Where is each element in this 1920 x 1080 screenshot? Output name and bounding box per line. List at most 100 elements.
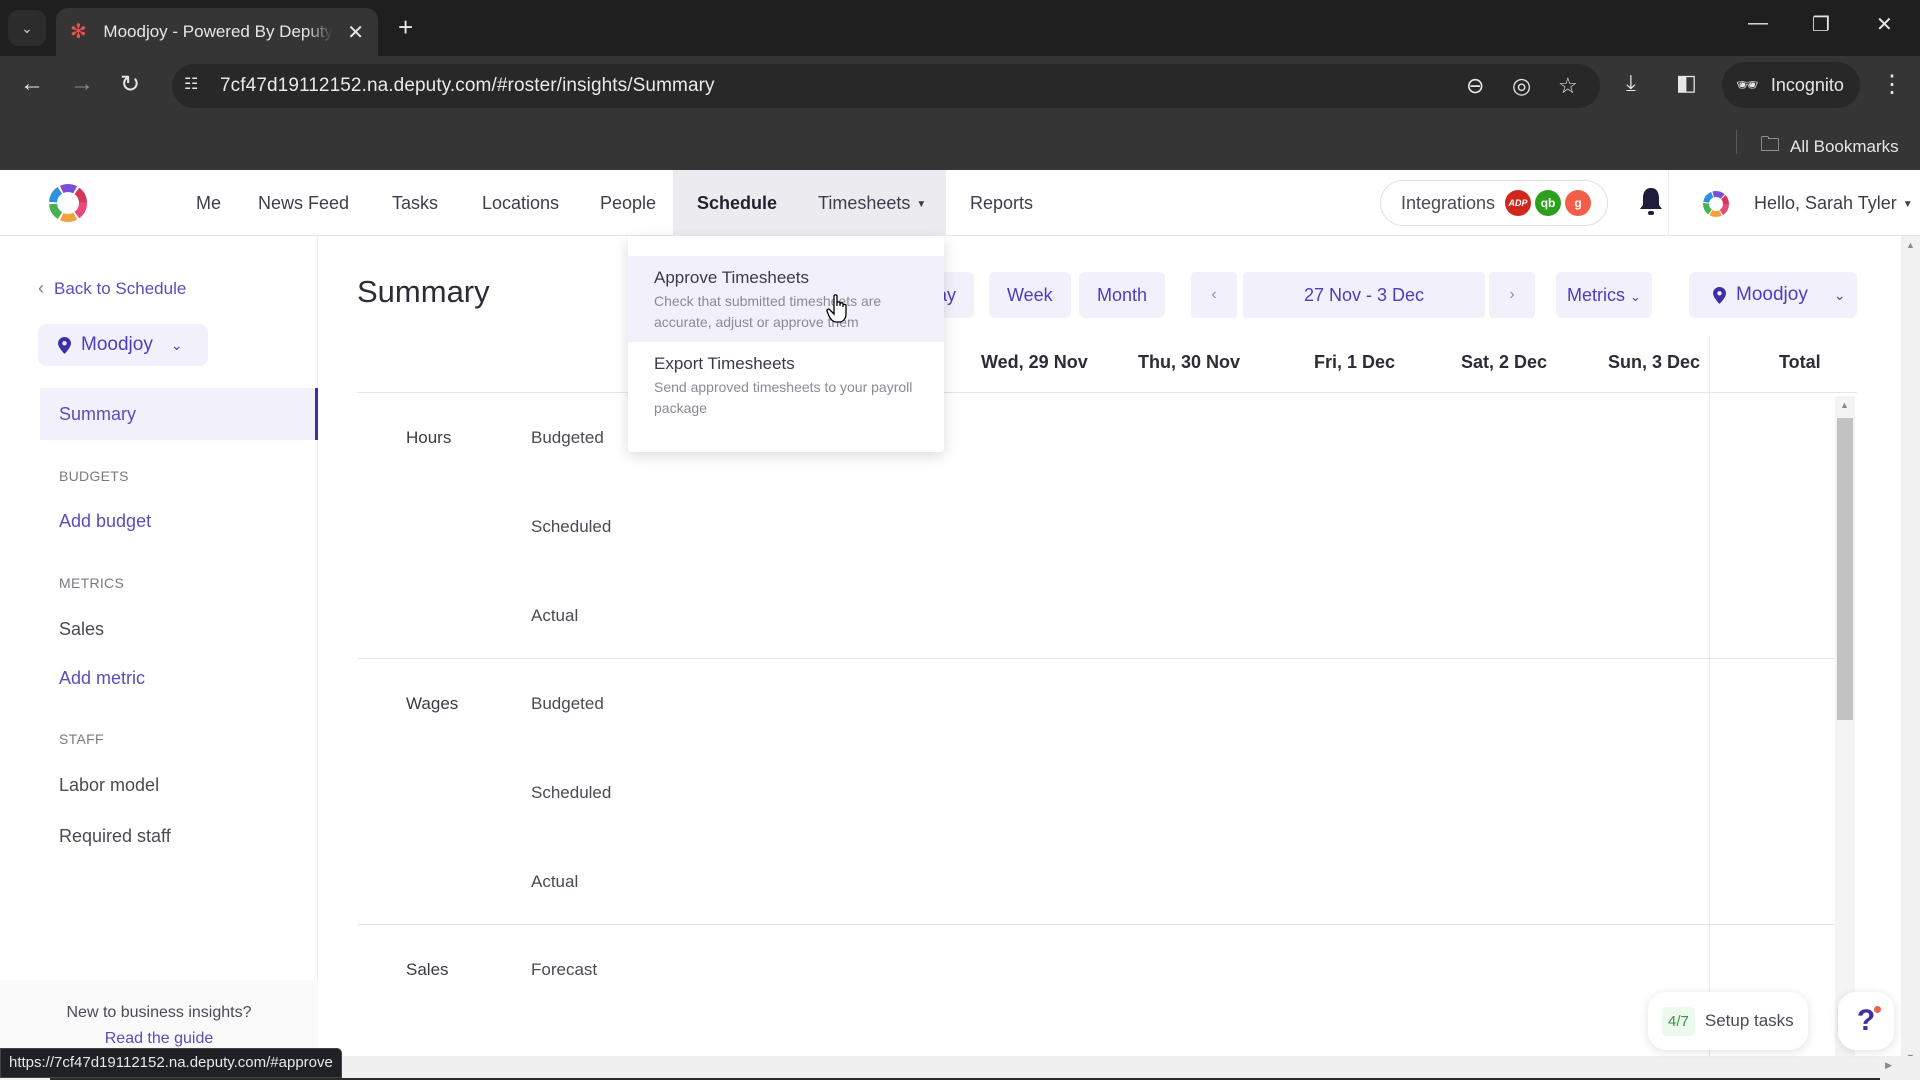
- setup-tasks-label: Setup tasks: [1704, 1011, 1794, 1030]
- reload-icon[interactable]: ↻: [120, 70, 140, 99]
- guide-question: New to business insights?: [66, 1004, 252, 1021]
- row-label: Actual: [531, 872, 579, 891]
- app-navbar: Me News Feed Tasks Locations People Sche…: [0, 170, 1920, 236]
- nav-locations[interactable]: Locations: [458, 170, 583, 236]
- restore-icon[interactable]: ❐: [1812, 12, 1830, 37]
- chevron-down-icon: ⌄: [170, 336, 183, 353]
- adp-icon: ADP: [1505, 190, 1532, 216]
- scroll-up-icon[interactable]: ▲: [1840, 400, 1849, 410]
- download-icon[interactable]: ⤓: [1626, 70, 1636, 96]
- total-column-divider: [1709, 336, 1710, 1066]
- user-menu[interactable]: Hello, Sarah Tyler ▼: [1754, 170, 1913, 238]
- location-selector[interactable]: Moodjoy ⌄: [38, 324, 208, 366]
- help-button[interactable]: ?: [1838, 992, 1894, 1050]
- back-to-schedule-link[interactable]: ‹ Back to Schedule: [38, 278, 186, 299]
- deputy-logo[interactable]: [44, 182, 92, 224]
- page-scrollbar[interactable]: ▲ ▼: [1901, 236, 1920, 1066]
- minimize-icon[interactable]: —: [1748, 12, 1768, 35]
- read-guide-link[interactable]: Read the guide: [0, 1030, 318, 1048]
- back-to-schedule-label: Back to Schedule: [54, 278, 187, 298]
- sidebar-item-summary[interactable]: Summary: [40, 388, 318, 440]
- scrollbar-thumb[interactable]: [1837, 418, 1853, 720]
- bookmarks-divider: [1736, 130, 1737, 154]
- zoom-out-icon[interactable]: ⊖: [1466, 73, 1484, 99]
- scroll-up-icon[interactable]: ▲: [1906, 240, 1915, 250]
- hand-pointer-icon: [826, 294, 847, 323]
- url-text[interactable]: 7cf47d19112152.na.deputy.com/#roster/ins…: [220, 75, 715, 97]
- sidebar-item-sales[interactable]: Sales: [59, 619, 104, 640]
- view-week-button[interactable]: Week: [989, 272, 1071, 318]
- user-avatar[interactable]: [1700, 188, 1732, 220]
- group-divider: [357, 924, 1835, 925]
- forward-icon[interactable]: →: [70, 70, 94, 98]
- next-week-button[interactable]: ›: [1489, 272, 1535, 318]
- nav-timesheets-label: Timesheets: [818, 193, 911, 213]
- all-bookmarks-label: All Bookmarks: [1790, 137, 1899, 156]
- site-info-icon[interactable]: ☷: [184, 74, 208, 98]
- address-bar[interactable]: ☷ 7cf47d19112152.na.deputy.com/#roster/i…: [172, 64, 1600, 108]
- all-bookmarks-button[interactable]: 🗀 All Bookmarks: [1760, 130, 1899, 164]
- incognito-indicator[interactable]: 🕶 Incognito: [1722, 62, 1860, 108]
- setup-tasks-button[interactable]: 4/7 Setup tasks: [1648, 992, 1808, 1050]
- integrations-button[interactable]: Integrations ADP qb g: [1380, 180, 1608, 226]
- table-scrollbar[interactable]: ▲: [1835, 396, 1855, 1066]
- nav-reports[interactable]: Reports: [946, 170, 1057, 236]
- integrations-label: Integrations: [1401, 192, 1496, 213]
- tab-title: Moodjoy - Powered By Deputy: [103, 22, 334, 41]
- chevron-left-icon: ‹: [38, 278, 44, 298]
- group-divider: [357, 658, 1835, 659]
- help-question-icon: ?: [1856, 1004, 1876, 1037]
- column-header: Wed, 29 Nov: [981, 352, 1088, 372]
- chevron-down-icon: ⌄: [1630, 289, 1641, 304]
- sidebar-item-required-staff[interactable]: Required staff: [59, 826, 171, 847]
- location-pin-icon: [1713, 286, 1726, 304]
- nav-schedule[interactable]: Schedule: [673, 170, 802, 236]
- chevron-down-icon: ⌄: [21, 19, 33, 36]
- add-metric-link[interactable]: Add metric: [59, 668, 145, 689]
- row-label: Budgeted: [531, 694, 604, 713]
- group-label-hours: Hours: [406, 428, 452, 447]
- back-icon[interactable]: ←: [20, 70, 44, 98]
- tab-search-button[interactable]: ⌄: [8, 10, 46, 46]
- nav-timesheets[interactable]: Timesheets ▼: [794, 170, 946, 236]
- header-divider: [357, 392, 1857, 393]
- browser-tab[interactable]: ✻ Moodjoy - Powered By Deputy ✕: [56, 8, 378, 56]
- metrics-dropdown[interactable]: Metrics ⌄: [1556, 272, 1652, 318]
- scroll-right-icon[interactable]: ▶: [1885, 1060, 1892, 1071]
- add-budget-link[interactable]: Add budget: [59, 511, 151, 532]
- bookmark-star-icon[interactable]: ☆: [1558, 73, 1578, 99]
- gusto-icon: g: [1565, 190, 1592, 216]
- view-month-button[interactable]: Month: [1079, 272, 1166, 318]
- nav-news-feed[interactable]: News Feed: [234, 170, 373, 236]
- sidebar-item-labor-model[interactable]: Labor model: [59, 775, 159, 796]
- bookmarks-bar: 🗀 All Bookmarks: [0, 114, 1920, 170]
- close-window-icon[interactable]: ✕: [1876, 12, 1893, 37]
- caret-down-icon: ▼: [1902, 199, 1913, 210]
- browser-menu-icon[interactable]: ⋮: [1880, 70, 1904, 99]
- menu-item-description: Send approved timesheets to your payroll…: [654, 379, 913, 416]
- metrics-label: Metrics: [1567, 285, 1626, 305]
- summary-main: Summary ay Week Month ‹ 27 Nov - 3 Dec ›…: [319, 236, 1901, 1066]
- nav-divider: [1668, 170, 1669, 236]
- date-range-picker[interactable]: 27 Nov - 3 Dec: [1243, 272, 1485, 318]
- column-header: Sun, 3 Dec: [1608, 352, 1701, 372]
- row-label: Actual: [531, 606, 579, 625]
- menu-item-export-timesheets[interactable]: Export Timesheets Send approved timeshee…: [628, 342, 944, 432]
- eye-off-icon[interactable]: ◎: [1512, 73, 1531, 99]
- side-panel-icon[interactable]: ◧: [1676, 70, 1697, 96]
- folder-icon: 🗀: [1760, 134, 1780, 156]
- menu-item-title: Approve Timesheets: [654, 268, 809, 287]
- location-filter[interactable]: Moodjoy ⌄: [1689, 272, 1857, 318]
- metrics-heading: METRICS: [59, 575, 125, 591]
- prev-week-button[interactable]: ‹: [1191, 272, 1237, 318]
- nav-tasks[interactable]: Tasks: [368, 170, 462, 236]
- nav-people[interactable]: People: [576, 170, 680, 236]
- group-label-wages: Wages: [406, 694, 459, 713]
- menu-item-approve-timesheets[interactable]: Approve Timesheets Check that submitted …: [628, 256, 944, 342]
- budgets-heading: BUDGETS: [59, 468, 129, 484]
- close-tab-icon[interactable]: ✕: [347, 20, 364, 45]
- notifications-bell-icon[interactable]: [1638, 186, 1664, 216]
- page-title: Summary: [357, 274, 490, 309]
- timesheets-dropdown-menu: Approve Timesheets Check that submitted …: [628, 236, 944, 452]
- new-tab-button[interactable]: +: [398, 12, 413, 43]
